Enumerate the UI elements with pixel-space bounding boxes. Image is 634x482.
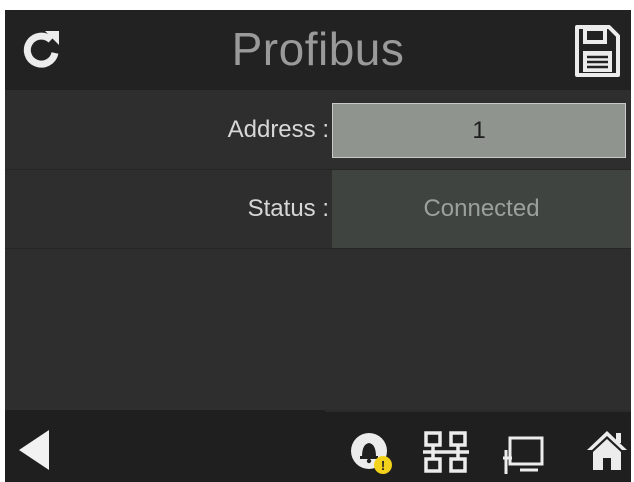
status-label: Status :	[247, 195, 329, 222]
back-arrow-icon[interactable]	[15, 428, 55, 472]
status-value: Connected	[332, 170, 631, 248]
header-bar: Profibus	[5, 10, 631, 90]
profibus-screen: Profibus Address : 1 Status : Connected	[5, 10, 631, 482]
refresh-icon[interactable]	[19, 28, 63, 72]
status-row: Status : Connected	[5, 170, 631, 249]
address-input[interactable]: 1	[332, 103, 626, 158]
save-icon[interactable]	[573, 24, 621, 78]
bell-icon[interactable]: !	[348, 430, 396, 478]
footer-bar: !	[5, 410, 631, 482]
address-row: Address : 1	[5, 91, 631, 170]
address-label: Address :	[227, 116, 329, 143]
svg-text:!: !	[381, 458, 385, 473]
home-icon[interactable]	[586, 428, 628, 472]
page-title: Profibus	[231, 23, 405, 75]
monitor-icon[interactable]	[502, 434, 546, 476]
footer-divider	[325, 410, 631, 412]
network-icon[interactable]	[423, 430, 469, 474]
